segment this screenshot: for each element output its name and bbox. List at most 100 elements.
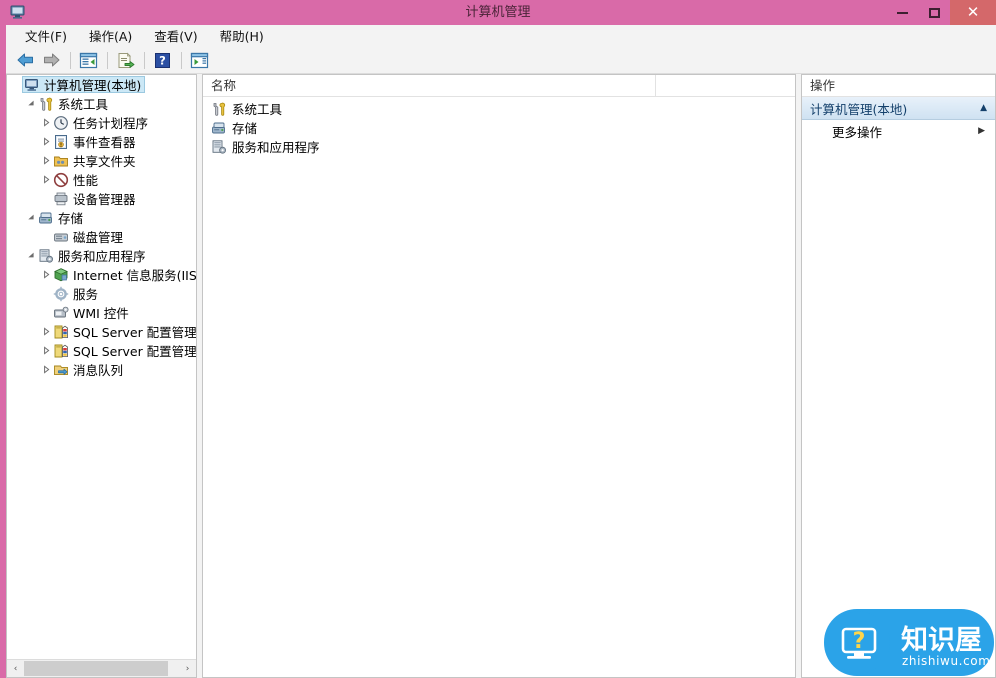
task-scheduler-clock-icon	[53, 115, 69, 131]
result-list-body[interactable]: 系统工具存储 服务和应用程序	[203, 97, 795, 156]
tree-expand-arrow-icon[interactable]	[41, 170, 52, 189]
title-bar: 计算机管理 ✕	[0, 0, 996, 25]
tree-item-content: 事件查看器	[52, 133, 139, 150]
tree-item[interactable]: 任务计划程序	[7, 113, 196, 132]
tree-item[interactable]: SQL Server 配置管理器	[7, 341, 196, 360]
export-list-button[interactable]	[113, 49, 138, 72]
message-queue-icon	[53, 362, 69, 378]
tree-item[interactable]: 计算机管理(本地)	[7, 75, 196, 94]
tree-item-label: 共享文件夹	[73, 154, 136, 169]
menu-file[interactable]: 文件(F)	[14, 24, 78, 48]
tree-item[interactable]: 系统工具	[7, 94, 196, 113]
tree-item[interactable]: 设备管理器	[7, 189, 196, 208]
toolbar-separator	[144, 51, 145, 69]
tree-item-content: 服务	[52, 285, 101, 302]
column-blank[interactable]	[656, 75, 795, 96]
menu-help[interactable]: 帮助(H)	[209, 24, 275, 48]
tree-expand-arrow-icon[interactable]	[41, 151, 52, 170]
tree-item[interactable]: 性能	[7, 170, 196, 189]
list-item[interactable]: 存储	[203, 118, 795, 137]
tree-item[interactable]: 服务和应用程序	[7, 246, 196, 265]
storage-icon	[211, 120, 227, 136]
list-item-label: 存储	[232, 121, 258, 136]
tree-expand-arrow-icon[interactable]	[41, 341, 52, 360]
tree-no-twisty	[41, 189, 52, 208]
tree-expand-arrow-icon[interactable]	[41, 132, 52, 151]
computer-icon	[24, 77, 40, 93]
tree-item[interactable]: WMI 控件	[7, 303, 196, 322]
device-manager-icon	[53, 191, 69, 207]
actions-item-more-actions[interactable]: 更多操作 ▶	[802, 120, 995, 142]
tree-item-content: 消息队列	[52, 361, 126, 378]
tree-item-label: 服务	[73, 287, 99, 302]
forward-button[interactable]	[39, 49, 64, 72]
forward-arrow-icon	[44, 53, 60, 67]
tree-item-content: 服务和应用程序	[37, 247, 149, 264]
show-hide-action-pane-button[interactable]	[187, 49, 212, 72]
scroll-right-arrow-icon[interactable]: ›	[179, 660, 196, 677]
tree-item-content: 任务计划程序	[52, 114, 151, 131]
system-tools-icon	[38, 96, 54, 112]
tree-item[interactable]: 消息队列	[7, 360, 196, 379]
window-controls: ✕	[886, 0, 996, 25]
tree-expand-arrow-icon[interactable]	[41, 113, 52, 132]
tree-item[interactable]: 共享文件夹	[7, 151, 196, 170]
maximize-icon	[928, 7, 940, 18]
tree-horizontal-scrollbar[interactable]: ‹ ›	[7, 659, 196, 677]
tree-no-twisty	[41, 227, 52, 246]
tree-item-label: 消息队列	[73, 363, 124, 378]
menu-view[interactable]: 查看(V)	[143, 24, 208, 48]
chevron-up-icon[interactable]: ▲	[980, 103, 987, 113]
tree-item-content: 系统工具	[37, 95, 111, 112]
tree-item-label: 磁盘管理	[73, 230, 124, 245]
console-tree[interactable]: 计算机管理(本地) 系统工具任务计划程序事件查看器共享文件夹性能设备管理器存储磁盘…	[7, 75, 196, 655]
scrollbar-track[interactable]	[24, 660, 179, 677]
tree-item[interactable]: 事件查看器	[7, 132, 196, 151]
window-title: 计算机管理	[465, 5, 531, 20]
list-column-header: 名称	[203, 75, 795, 97]
tree-no-twisty	[41, 284, 52, 303]
tree-item[interactable]: 存储	[7, 208, 196, 227]
maximize-button[interactable]	[918, 0, 950, 25]
tree-expand-arrow-icon[interactable]	[41, 322, 52, 341]
close-button[interactable]: ✕	[950, 0, 996, 25]
tree-expand-arrow-icon[interactable]	[41, 265, 52, 284]
content-area: 计算机管理(本地) 系统工具 任务计划程序 事件查看器 共享文件夹 性能 设备管理器 存储 磁盘…	[6, 74, 996, 678]
sql-server-config-icon	[53, 343, 69, 359]
tree-list-splitter[interactable]	[197, 74, 201, 678]
minimize-button[interactable]	[886, 0, 918, 25]
tree-item-label: 设备管理器	[73, 192, 136, 207]
tree-expand-arrow-icon[interactable]	[41, 360, 52, 379]
actions-group-header[interactable]: 计算机管理(本地) ▲	[802, 97, 995, 120]
tree-item-label: SQL Server 配置管理器	[73, 325, 196, 340]
show-hide-tree-button[interactable]	[76, 49, 101, 72]
tree-item[interactable]: Internet 信息服务(IIS)管理器	[7, 265, 196, 284]
tree-collapse-arrow-icon[interactable]	[26, 94, 37, 113]
scrollbar-thumb[interactable]	[24, 661, 168, 676]
list-item[interactable]: 系统工具	[203, 99, 795, 118]
tree-item-label: Internet 信息服务(IIS)管理器	[73, 268, 196, 283]
tree-collapse-arrow-icon[interactable]	[26, 208, 37, 227]
tree-item-content: 存储	[37, 209, 86, 226]
tree-item-content: 共享文件夹	[52, 152, 139, 169]
iis-manager-icon	[53, 267, 69, 283]
scroll-left-arrow-icon[interactable]: ‹	[7, 660, 24, 677]
column-name[interactable]: 名称	[203, 75, 656, 96]
tree-collapse-arrow-icon[interactable]	[26, 246, 37, 265]
tree-item[interactable]: 磁盘管理	[7, 227, 196, 246]
tree-item[interactable]: 服务	[7, 284, 196, 303]
tree-item-label: 系统工具	[58, 97, 109, 112]
actions-group-label: 计算机管理(本地)	[810, 101, 908, 117]
computer-management-window: 计算机管理 ✕ 文件(F) 操作(A) 查看(V) 帮助(H) ? 计算机管理(…	[0, 0, 996, 678]
tree-item-label: SQL Server 配置管理器	[73, 344, 196, 359]
tree-item-label: 性能	[73, 173, 99, 188]
back-button[interactable]	[13, 49, 38, 72]
menu-action[interactable]: 操作(A)	[78, 24, 143, 48]
list-item[interactable]: 服务和应用程序	[203, 137, 795, 156]
list-actions-splitter[interactable]	[796, 74, 800, 678]
toolbar-separator	[181, 51, 182, 69]
help-button[interactable]: ?	[150, 49, 175, 72]
tree-item[interactable]: SQL Server 配置管理器	[7, 322, 196, 341]
tree-no-twisty	[41, 303, 52, 322]
tree-item-label: 任务计划程序	[73, 116, 149, 131]
